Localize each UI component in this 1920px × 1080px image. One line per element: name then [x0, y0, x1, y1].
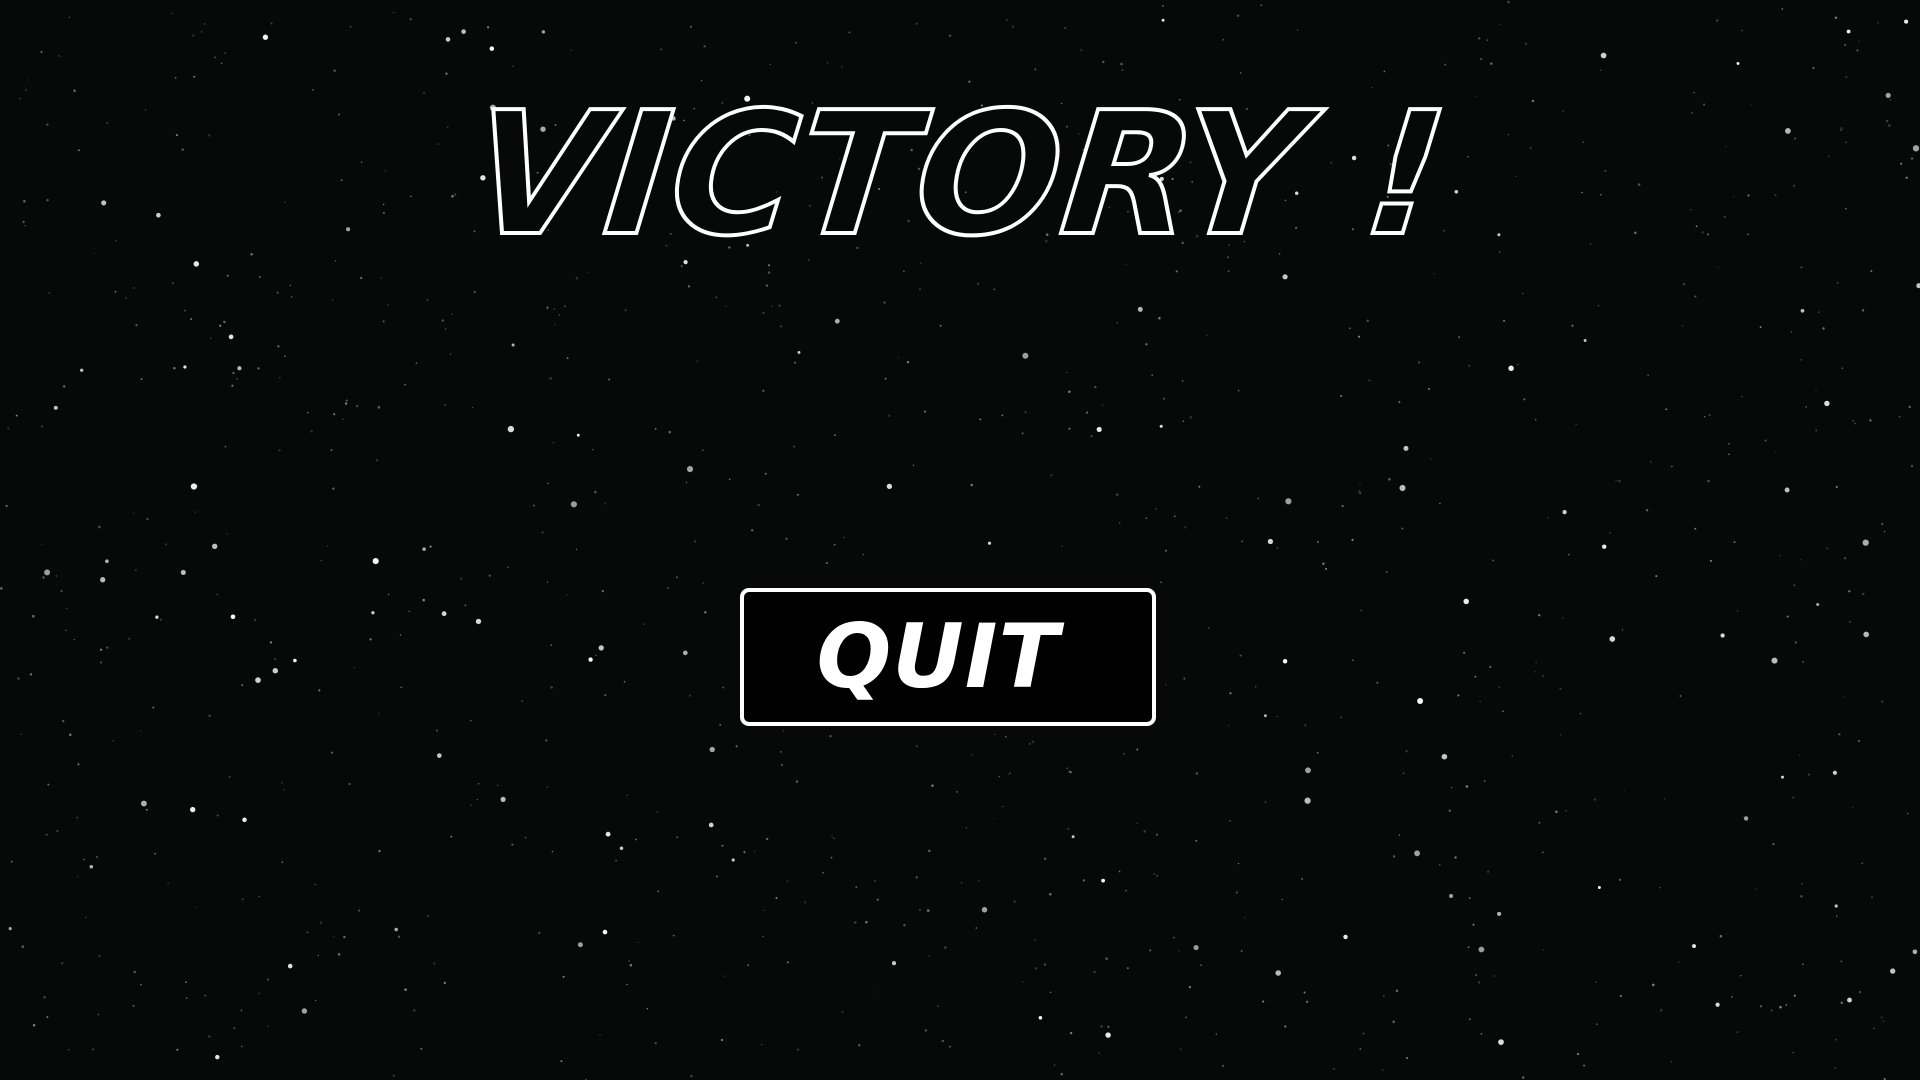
victory-title: VICTORY ! [461, 74, 1459, 276]
quit-button-label: QUIT [816, 605, 1060, 708]
quit-button[interactable]: QUIT [740, 588, 1156, 726]
victory-screen: VICTORY ! QUIT [0, 0, 1920, 1080]
